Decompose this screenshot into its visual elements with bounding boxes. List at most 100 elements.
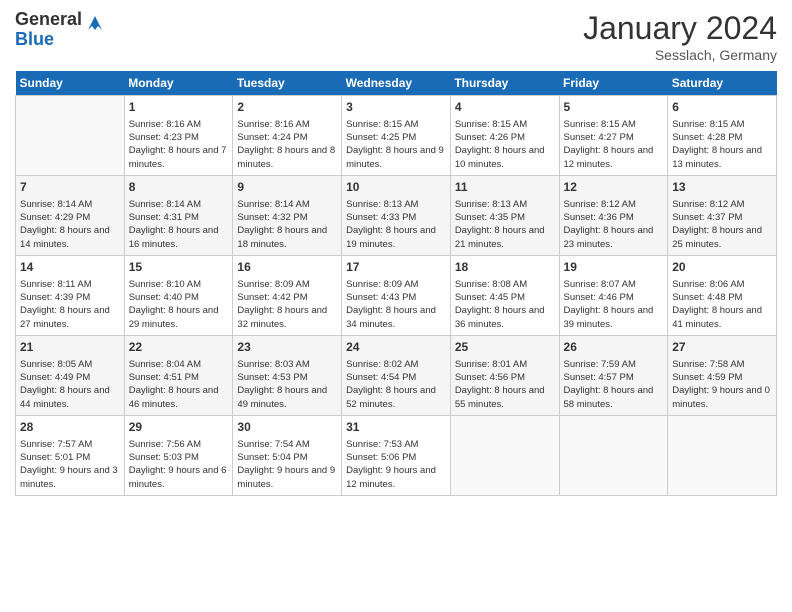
daylight-text: Daylight: 8 hours and 9 minutes. xyxy=(346,144,446,171)
daylight-text: Daylight: 8 hours and 10 minutes. xyxy=(455,144,555,171)
table-row: 3Sunrise: 8:15 AMSunset: 4:25 PMDaylight… xyxy=(342,96,451,176)
table-row: 10Sunrise: 8:13 AMSunset: 4:33 PMDayligh… xyxy=(342,176,451,256)
sunrise-text: Sunrise: 8:16 AM xyxy=(237,118,337,131)
logo-general: General xyxy=(15,10,82,30)
sunset-text: Sunset: 4:24 PM xyxy=(237,131,337,144)
table-row: 17Sunrise: 8:09 AMSunset: 4:43 PMDayligh… xyxy=(342,256,451,336)
sunset-text: Sunset: 4:26 PM xyxy=(455,131,555,144)
sunset-text: Sunset: 5:04 PM xyxy=(237,451,337,464)
table-row: 14Sunrise: 8:11 AMSunset: 4:39 PMDayligh… xyxy=(16,256,125,336)
day-number: 4 xyxy=(455,99,555,116)
sunset-text: Sunset: 4:28 PM xyxy=(672,131,772,144)
table-row: 5Sunrise: 8:15 AMSunset: 4:27 PMDaylight… xyxy=(559,96,668,176)
table-row: 21Sunrise: 8:05 AMSunset: 4:49 PMDayligh… xyxy=(16,336,125,416)
table-row: 22Sunrise: 8:04 AMSunset: 4:51 PMDayligh… xyxy=(124,336,233,416)
sunset-text: Sunset: 4:29 PM xyxy=(20,211,120,224)
table-row: 24Sunrise: 8:02 AMSunset: 4:54 PMDayligh… xyxy=(342,336,451,416)
sunrise-text: Sunrise: 8:12 AM xyxy=(564,198,664,211)
day-number: 19 xyxy=(564,259,664,276)
table-row: 27Sunrise: 7:58 AMSunset: 4:59 PMDayligh… xyxy=(668,336,777,416)
day-number: 12 xyxy=(564,179,664,196)
table-row xyxy=(450,416,559,496)
day-number: 27 xyxy=(672,339,772,356)
sunset-text: Sunset: 4:23 PM xyxy=(129,131,229,144)
day-number: 8 xyxy=(129,179,229,196)
sunset-text: Sunset: 4:40 PM xyxy=(129,291,229,304)
day-number: 13 xyxy=(672,179,772,196)
daylight-text: Daylight: 8 hours and 21 minutes. xyxy=(455,224,555,251)
daylight-text: Daylight: 8 hours and 14 minutes. xyxy=(20,224,120,251)
table-row: 4Sunrise: 8:15 AMSunset: 4:26 PMDaylight… xyxy=(450,96,559,176)
day-number: 11 xyxy=(455,179,555,196)
sunrise-text: Sunrise: 8:02 AM xyxy=(346,358,446,371)
day-number: 25 xyxy=(455,339,555,356)
day-number: 5 xyxy=(564,99,664,116)
daylight-text: Daylight: 8 hours and 29 minutes. xyxy=(129,304,229,331)
day-number: 29 xyxy=(129,419,229,436)
sunrise-text: Sunrise: 8:15 AM xyxy=(672,118,772,131)
table-row: 7 Sunrise: 8:14 AMSunset: 4:29 PMDaylight… xyxy=(16,176,125,256)
sunset-text: Sunset: 4:35 PM xyxy=(455,211,555,224)
daylight-text: Daylight: 8 hours and 19 minutes. xyxy=(346,224,446,251)
daylight-text: Daylight: 9 hours and 6 minutes. xyxy=(129,464,229,491)
col-saturday: Saturday xyxy=(668,71,777,96)
day-number: 26 xyxy=(564,339,664,356)
table-row: 6Sunrise: 8:15 AMSunset: 4:28 PMDaylight… xyxy=(668,96,777,176)
day-number: 16 xyxy=(237,259,337,276)
sunset-text: Sunset: 5:06 PM xyxy=(346,451,446,464)
sunset-text: Sunset: 4:46 PM xyxy=(564,291,664,304)
sunrise-text: Sunrise: 8:09 AM xyxy=(346,278,446,291)
day-number: 30 xyxy=(237,419,337,436)
daylight-text: Daylight: 8 hours and 34 minutes. xyxy=(346,304,446,331)
daylight-text: Daylight: 8 hours and 32 minutes. xyxy=(237,304,337,331)
logo: General Blue xyxy=(15,10,106,50)
table-row: 11Sunrise: 8:13 AMSunset: 4:35 PMDayligh… xyxy=(450,176,559,256)
table-row: 28Sunrise: 7:57 AMSunset: 5:01 PMDayligh… xyxy=(16,416,125,496)
sunrise-text: Sunrise: 8:03 AM xyxy=(237,358,337,371)
col-tuesday: Tuesday xyxy=(233,71,342,96)
daylight-text: Daylight: 8 hours and 25 minutes. xyxy=(672,224,772,251)
col-friday: Friday xyxy=(559,71,668,96)
sunrise-text: Sunrise: 8:05 AM xyxy=(20,358,120,371)
sunrise-text: Sunrise: 8:10 AM xyxy=(129,278,229,291)
sunrise-text: Sunrise: 8:13 AM xyxy=(346,198,446,211)
sunrise-text: Sunrise: 8:09 AM xyxy=(237,278,337,291)
sunrise-text: Sunrise: 7:58 AM xyxy=(672,358,772,371)
daylight-text: Daylight: 8 hours and 27 minutes. xyxy=(20,304,120,331)
daylight-text: Daylight: 8 hours and 44 minutes. xyxy=(20,384,120,411)
table-row: 29Sunrise: 7:56 AMSunset: 5:03 PMDayligh… xyxy=(124,416,233,496)
daylight-text: Daylight: 8 hours and 12 minutes. xyxy=(564,144,664,171)
title-area: January 2024 Sesslach, Germany xyxy=(583,10,777,63)
table-row: 23Sunrise: 8:03 AMSunset: 4:53 PMDayligh… xyxy=(233,336,342,416)
calendar-week-row: 7Sunrise: 8:14 AMSunset: 4:29 PMDaylight… xyxy=(16,176,777,256)
sunset-text: Sunset: 4:59 PM xyxy=(672,371,772,384)
sunset-text: Sunset: 4:57 PM xyxy=(564,371,664,384)
table-row: 8Sunrise: 8:14 AMSunset: 4:31 PMDaylight… xyxy=(124,176,233,256)
daylight-text: Daylight: 9 hours and 9 minutes. xyxy=(237,464,337,491)
table-row xyxy=(16,96,125,176)
day-number: 7 xyxy=(20,179,120,196)
sunset-text: Sunset: 4:37 PM xyxy=(672,211,772,224)
calendar-week-row: 1Sunrise: 8:16 AMSunset: 4:23 PMDaylight… xyxy=(16,96,777,176)
sunrise-text: Sunrise: 8:14 AM xyxy=(20,198,120,211)
table-row: 18Sunrise: 8:08 AMSunset: 4:45 PMDayligh… xyxy=(450,256,559,336)
day-number: 2 xyxy=(237,99,337,116)
table-row: 30Sunrise: 7:54 AMSunset: 5:04 PMDayligh… xyxy=(233,416,342,496)
sunrise-text: Sunrise: 7:59 AM xyxy=(564,358,664,371)
table-row: 26Sunrise: 7:59 AMSunset: 4:57 PMDayligh… xyxy=(559,336,668,416)
sunrise-text: Sunrise: 8:14 AM xyxy=(129,198,229,211)
sunset-text: Sunset: 4:49 PM xyxy=(20,371,120,384)
calendar-week-row: 14Sunrise: 8:11 AMSunset: 4:39 PMDayligh… xyxy=(16,256,777,336)
sunset-text: Sunset: 4:36 PM xyxy=(564,211,664,224)
table-row: 15Sunrise: 8:10 AMSunset: 4:40 PMDayligh… xyxy=(124,256,233,336)
day-number: 3 xyxy=(346,99,446,116)
calendar-table: Sunday Monday Tuesday Wednesday Thursday… xyxy=(15,71,777,496)
sunrise-text: Sunrise: 8:16 AM xyxy=(129,118,229,131)
sunset-text: Sunset: 5:01 PM xyxy=(20,451,120,464)
daylight-text: Daylight: 8 hours and 7 minutes. xyxy=(129,144,229,171)
header: General Blue January 2024 Sesslach, Germ… xyxy=(15,10,777,63)
daylight-text: Daylight: 8 hours and 16 minutes. xyxy=(129,224,229,251)
sunrise-text: Sunrise: 8:04 AM xyxy=(129,358,229,371)
sunset-text: Sunset: 4:51 PM xyxy=(129,371,229,384)
day-number: 6 xyxy=(672,99,772,116)
